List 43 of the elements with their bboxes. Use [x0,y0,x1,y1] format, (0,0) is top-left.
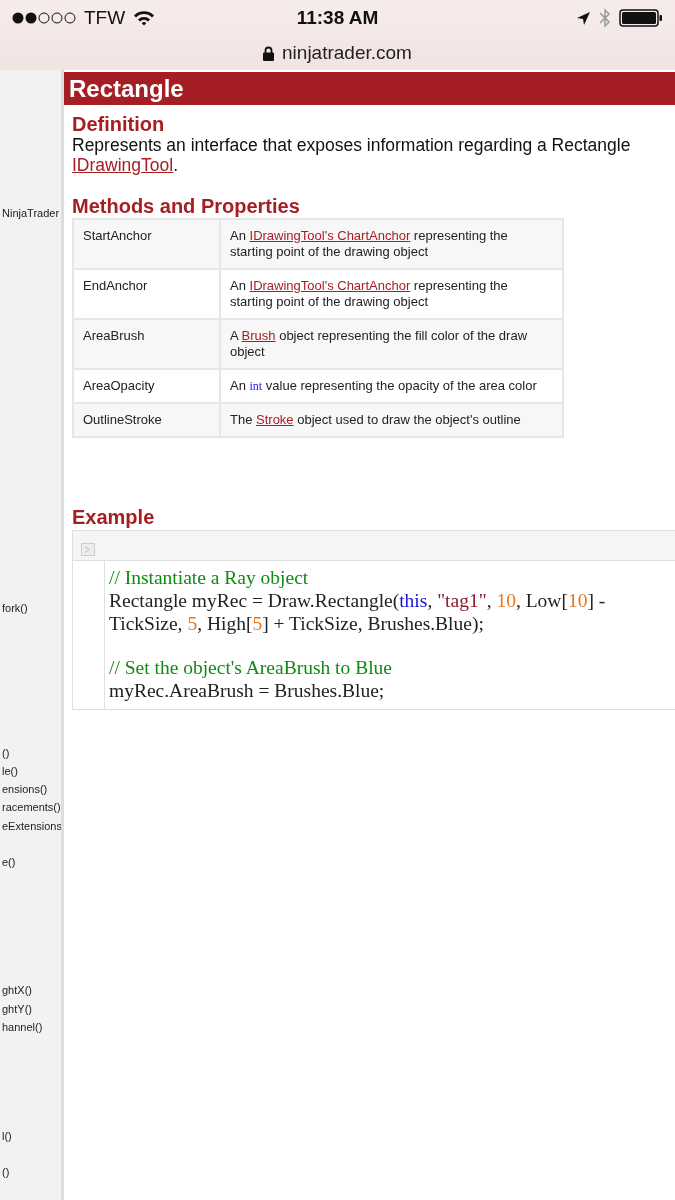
sidebar-item[interactable]: fork() [2,599,61,618]
link[interactable]: IDrawingTool [72,155,174,175]
sidebar-item[interactable]: ghtY() [2,999,61,1018]
code-line: myRec.AreaBrush = Brushes.Blue; [109,679,386,702]
location-icon [576,10,591,26]
battery-icon [619,9,663,27]
sidebar-item[interactable]: l() [2,1127,61,1146]
link[interactable]: Stroke [256,412,294,427]
section-heading: Definition [72,113,166,135]
sidebar-item[interactable]: () [2,743,61,762]
sidebar-item[interactable]: () [2,1162,61,1181]
carrier-name: TFW [84,5,126,30]
sidebar-item[interactable]: le() [2,761,61,781]
table-cell: An IDrawingTool's ChartAnchor representing the starting point of the drawing object [220,219,563,269]
sidebar-item[interactable]: e() [2,853,61,872]
lock-icon [263,45,275,61]
link[interactable]: IDrawingTool's ChartAnchor [249,228,411,243]
section-heading: Methods and Properties [72,195,301,217]
page-title: Rectangle [64,72,675,105]
bluetooth-icon [599,8,611,28]
code-line: // Set the object's AreaBrush to Blue [109,656,393,679]
sidebar-item[interactable]: hannel() [2,1017,61,1037]
code-line: TickSize, 5, High[5] + TickSize, Brushes.Blue); [109,612,485,635]
definition-text: Represents an interface that exposes information regarding a Rectangle IDrawingTool. [72,135,632,175]
table-cell: StartAnchor [73,219,220,269]
clock-time: 11:38 AM [296,5,379,30]
link[interactable]: Brush [241,328,276,343]
console-icon[interactable] [81,543,95,557]
address-url[interactable]: ninjatrader.com [282,38,412,68]
section-heading: Example [72,506,156,528]
code-line: Rectangle myRec = Draw.Rectangle(this, "tag1", 10, Low[10] - [109,589,606,612]
sidebar-item[interactable]: NinjaTrader [2,204,61,223]
sidebar-item[interactable]: eExtensions [2,816,61,836]
code-line: // Instantiate a Ray object [109,566,310,589]
sidebar-item[interactable]: ensions() [2,780,61,799]
table-cell: A Brush object representing the fill color of the draw object [220,319,563,369]
sidebar-item[interactable]: racements() [2,798,61,817]
table-cell: OutlineStroke [73,403,220,437]
table-cell: AreaBrush [73,319,220,369]
sidebar-item[interactable]: ghtX() [2,981,61,1000]
link[interactable]: IDrawingTool's ChartAnchor [249,278,411,293]
table-cell: The Stroke object used to draw the object's outline [220,403,563,437]
wifi-icon [133,10,156,26]
